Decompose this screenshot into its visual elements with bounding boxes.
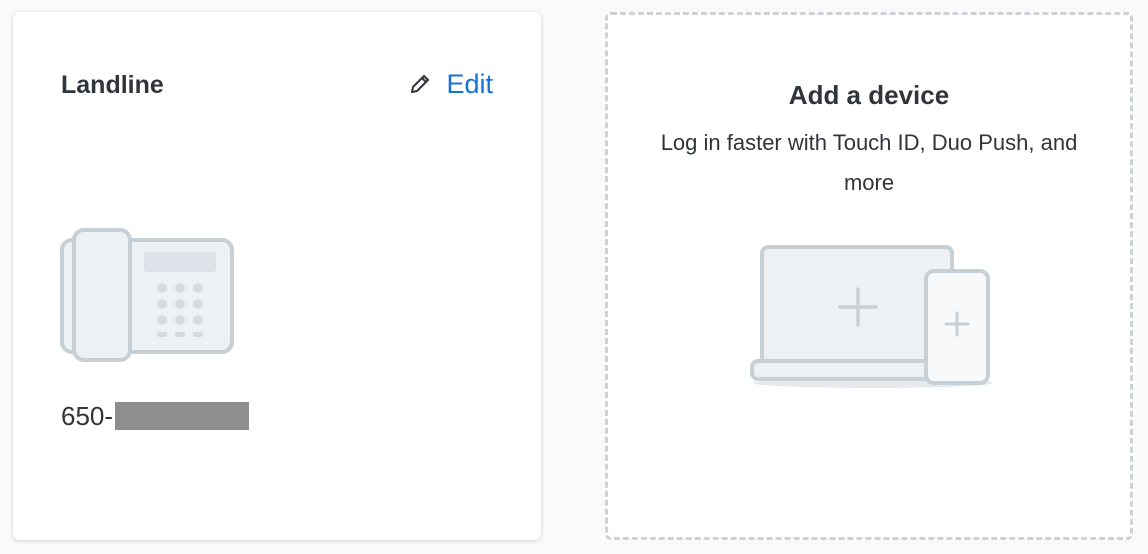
edit-label: Edit (446, 69, 493, 99)
edit-button[interactable]: Edit (408, 68, 493, 100)
add-device-description: Log in faster with Touch ID, Duo Push, a… (660, 130, 1078, 195)
device-management-page: Landline Edit 650- Add a device Log in f… (0, 0, 1148, 554)
phone-number: 650- (61, 400, 250, 432)
add-device-title: Add a device (788, 80, 950, 110)
pencil-icon (411, 75, 430, 93)
device-title: Landline (61, 71, 164, 99)
desk-phone-icon (60, 228, 234, 362)
laptop-phone-add-icon (750, 245, 993, 388)
redacted-number-block (115, 402, 250, 430)
add-device-card[interactable]: Add a device Log in faster with Touch ID… (605, 12, 1133, 540)
phone-number-prefix: 650- (61, 401, 114, 431)
landline-device-card: Landline Edit 650- (13, 12, 541, 540)
